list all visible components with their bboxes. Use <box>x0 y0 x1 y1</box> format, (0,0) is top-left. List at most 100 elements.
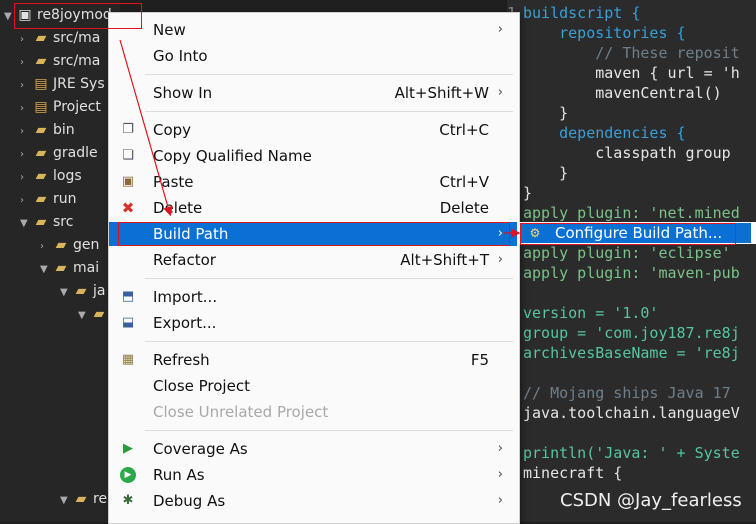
menu-item-coverage-as[interactable]: ▶ Coverage As › <box>109 437 517 461</box>
code-line: group = 'com.joy187.re8j <box>507 323 740 343</box>
code-line: maven { url = 'h <box>507 63 740 83</box>
chevron-right-icon[interactable]: › <box>20 167 32 189</box>
menu-separator <box>145 341 513 342</box>
menu-item-copy-qualified-name[interactable]: ❏ Copy Qualified Name <box>109 144 517 168</box>
code-line: repositories { <box>507 23 686 43</box>
code-text: } <box>523 164 569 182</box>
tree-item[interactable]: › ▰ gradle <box>20 142 98 164</box>
chevron-right-icon[interactable]: › <box>20 144 32 166</box>
chevron-right-icon[interactable]: › <box>20 121 32 143</box>
tree-item-label: bin <box>53 122 75 138</box>
tree-item[interactable]: ▼ ▰ mai <box>40 257 99 279</box>
code-line: apply plugin: 'net.mined <box>507 203 740 223</box>
menu-item-configure-build-path[interactable]: ⚙ Configure Build Path... <box>521 223 751 243</box>
menu-item-debug-as[interactable]: ✱ Debug As › <box>109 489 517 513</box>
menu-item-label: Close Unrelated Project <box>153 403 329 421</box>
tree-item[interactable]: ▼ ▰ re <box>60 488 107 510</box>
code-text: repositories { <box>523 24 686 42</box>
chevron-right-icon[interactable]: › <box>20 190 32 212</box>
tree-item[interactable]: › ▰ gen <box>40 234 99 256</box>
tree-item[interactable]: ▼ ▰ src <box>20 211 73 233</box>
folder-icon: ▰ <box>75 283 87 299</box>
project-explorer: ▼ ▣ re8joymod › ▰ src/ma › ▰ src/ma › ▤ JRE Sys … <box>0 0 120 522</box>
code-text: apply plugin: 'eclipse' <box>523 244 731 262</box>
folder-icon: ▰ <box>35 168 47 184</box>
menu-item-label: Import... <box>153 288 218 306</box>
tree-item[interactable]: › ▰ logs <box>20 165 82 187</box>
code-line: apply plugin: 'eclipse' <box>507 243 731 263</box>
menu-item-label: Coverage As <box>153 440 248 458</box>
tree-item[interactable]: › ▰ src/ma <box>20 50 100 72</box>
tree-item[interactable]: ▼ ▰ ja <box>60 280 105 302</box>
chevron-down-icon[interactable]: ▼ <box>4 6 16 28</box>
build-path-submenu: ⚙ Configure Build Path... <box>518 222 756 244</box>
menu-item-refresh[interactable]: ▦ Refresh F5 <box>109 348 517 372</box>
copy-qualified-icon: ❏ <box>122 148 134 163</box>
tree-item-label: run <box>53 191 77 207</box>
chevron-down-icon[interactable]: ▼ <box>78 305 90 327</box>
project-icon: ▣ <box>18 7 32 23</box>
menu-item-refactor[interactable]: Refactor Alt+Shift+T › <box>109 248 517 272</box>
delete-icon: ✖ <box>121 199 135 217</box>
tree-item[interactable]: › ▰ run <box>20 188 77 210</box>
menu-item-label: Configure Build Path... <box>555 224 723 242</box>
tree-item[interactable]: › ▰ bin <box>20 119 75 141</box>
chevron-down-icon[interactable]: ▼ <box>40 259 52 281</box>
code-line: 1buildscript { <box>507 3 640 23</box>
chevron-right-icon: › <box>497 467 503 482</box>
tree-item[interactable]: › ▤ JRE Sys <box>20 73 105 95</box>
code-text: // These reposit <box>523 44 740 62</box>
tree-item-label: mai <box>73 260 100 276</box>
menu-item-export[interactable]: ⬓ Export... <box>109 311 517 335</box>
menu-item-delete[interactable]: ✖ Delete Delete <box>109 196 517 220</box>
tree-item-label: src/ma <box>53 30 101 46</box>
refresh-icon: ▦ <box>121 352 135 367</box>
menu-item-paste[interactable]: ▣ Paste Ctrl+V <box>109 170 517 194</box>
chevron-down-icon[interactable]: ▼ <box>20 213 32 235</box>
code-text: apply plugin: 'net.mined <box>523 204 740 222</box>
tree-item-label: ja <box>93 283 106 299</box>
tree-item-project[interactable]: ▼ ▣ re8joymod <box>4 4 112 26</box>
code-text: version = '1.0' <box>523 304 659 322</box>
code-text: // Mojang ships Java 17 <box>523 384 731 402</box>
chevron-down-icon[interactable]: ▼ <box>60 490 72 512</box>
folder-icon: ▰ <box>35 145 47 161</box>
tree-item[interactable]: ▼ ▰ <box>78 303 111 325</box>
code-text: mavenCentral() <box>523 84 722 102</box>
menu-item-label: Refresh <box>153 351 210 369</box>
menu-item-go-into[interactable]: Go Into <box>109 44 517 68</box>
chevron-right-icon: › <box>497 493 503 508</box>
menu-item-import[interactable]: ⬒ Import... <box>109 285 517 309</box>
tree-item[interactable]: › ▰ src/ma <box>20 27 100 49</box>
tree-item-label: src <box>53 214 74 230</box>
chevron-right-icon[interactable]: › <box>20 98 32 120</box>
code-editor[interactable]: 1buildscript { repositories { // These r… <box>507 0 756 522</box>
folder-icon: ▰ <box>35 214 47 230</box>
menu-item-run-as[interactable]: ▶ Run As › <box>109 463 517 487</box>
tree-item-label: re8joymod <box>37 7 112 23</box>
code-text: println('Java: ' + Syste <box>523 444 740 462</box>
tree-item-label: gen <box>73 237 100 253</box>
chevron-right-icon[interactable]: › <box>40 236 52 258</box>
tree-item-label: src/ma <box>53 53 101 69</box>
menu-item-label: Debug As <box>153 492 226 510</box>
code-line: minecraft { <box>507 463 622 483</box>
menu-item-build-path[interactable]: Build Path › <box>109 222 517 246</box>
chevron-down-icon[interactable]: ▼ <box>60 282 72 304</box>
menu-item-new[interactable]: New › <box>109 18 517 42</box>
menu-item-label: Close Project <box>153 377 250 395</box>
menu-item-show-in[interactable]: Show In Alt+Shift+W › <box>109 81 517 105</box>
chevron-right-icon[interactable]: › <box>20 29 32 51</box>
menu-item-copy[interactable]: ❐ Copy Ctrl+C <box>109 118 517 142</box>
tree-item[interactable]: › ▤ Project <box>20 96 101 118</box>
watermark: CSDN @Jay_fearless <box>560 490 742 511</box>
code-text: java.toolchain.languageV <box>523 404 740 422</box>
menu-item-close-project[interactable]: Close Project <box>109 374 517 398</box>
menu-item-label: Copy Qualified Name <box>153 147 312 165</box>
configure-build-path-icon: ⚙ <box>529 226 541 240</box>
chevron-right-icon: › <box>497 441 503 456</box>
chevron-right-icon[interactable]: › <box>20 52 32 74</box>
tree-item-label: logs <box>53 168 82 184</box>
menu-item-shortcut: Alt+Shift+W <box>394 84 489 102</box>
chevron-right-icon[interactable]: › <box>20 75 32 97</box>
